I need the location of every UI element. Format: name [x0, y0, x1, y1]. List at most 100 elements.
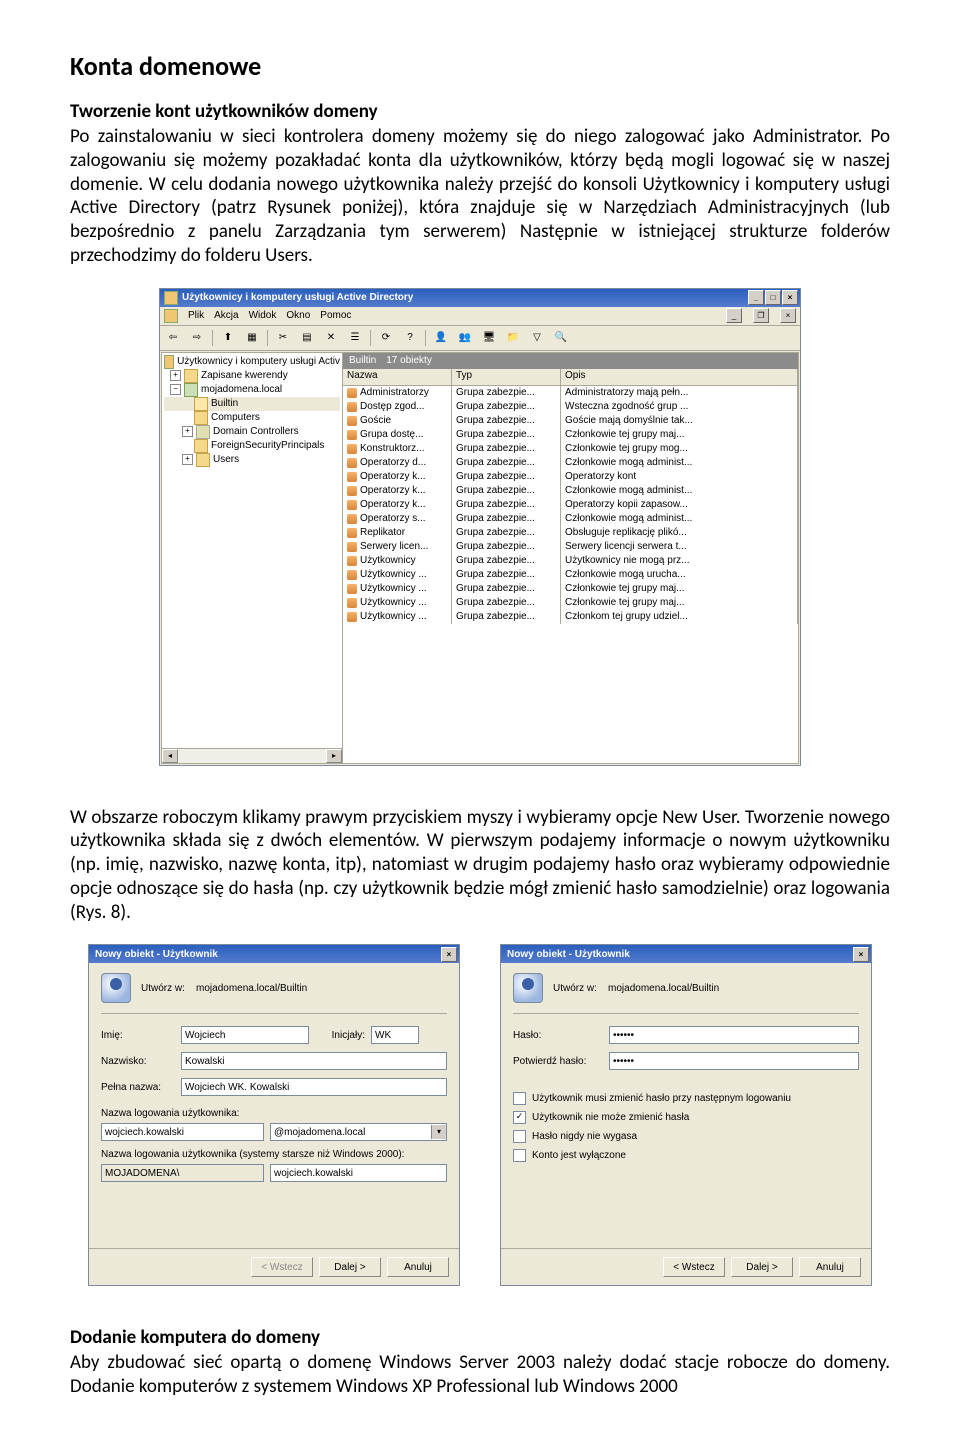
combo-logon-suffix[interactable]: @mojadomena.local ▾: [270, 1123, 447, 1141]
input-logon2000-user[interactable]: [270, 1164, 447, 1182]
list-item[interactable]: Użytkownicy ...Grupa zabezpie...Członkow…: [343, 582, 798, 596]
toolbar-copy-icon[interactable]: ▤: [296, 328, 318, 348]
close-button[interactable]: ×: [441, 947, 457, 962]
row-chk3[interactable]: Hasło nigdy nie wygasa: [513, 1130, 859, 1143]
toolbar-ou-icon[interactable]: 📁: [502, 328, 524, 348]
input-logon[interactable]: [101, 1123, 264, 1141]
expand-icon[interactable]: +: [170, 370, 181, 381]
close-button[interactable]: ×: [782, 290, 798, 305]
input-imie[interactable]: [181, 1026, 309, 1044]
list-item[interactable]: AdministratorzyGrupa zabezpie...Administ…: [343, 386, 798, 400]
list-item[interactable]: Konstruktorz...Grupa zabezpie...Członkow…: [343, 442, 798, 456]
toolbar-back-button[interactable]: ⇦: [162, 328, 184, 348]
tree-builtin[interactable]: Builtin: [164, 397, 340, 411]
col-type[interactable]: Typ: [452, 369, 561, 385]
input-haslo[interactable]: [609, 1026, 859, 1044]
toolbar-find-icon[interactable]: 🔍: [550, 328, 572, 348]
list-item[interactable]: Operatorzy s...Grupa zabezpie...Członkow…: [343, 512, 798, 526]
list-item[interactable]: Operatorzy k...Grupa zabezpie...Operator…: [343, 498, 798, 512]
row-chk4[interactable]: Konto jest wyłączone: [513, 1149, 859, 1162]
collapse-icon[interactable]: −: [170, 384, 181, 395]
menu-widok[interactable]: Widok: [249, 310, 277, 321]
input-nazwisko[interactable]: [181, 1052, 447, 1070]
list-item[interactable]: Operatorzy k...Grupa zabezpie...Operator…: [343, 470, 798, 484]
col-desc[interactable]: Opis: [561, 369, 798, 385]
row-chk2[interactable]: ✓ Użytkownik nie może zmienić hasła: [513, 1111, 859, 1124]
tree-hscrollbar[interactable]: ◂ ▸: [162, 748, 342, 763]
next-button[interactable]: Dalej >: [731, 1257, 793, 1277]
tree-label: mojadomena.local: [201, 384, 282, 395]
group-icon: [347, 556, 357, 566]
toolbar-help-icon[interactable]: ?: [399, 328, 421, 348]
group-icon: [347, 612, 357, 622]
menu-akcja[interactable]: Akcja: [214, 310, 238, 321]
row-chk1[interactable]: Użytkownik musi zmienić hasło przy nastę…: [513, 1092, 859, 1105]
back-button[interactable]: < Wstecz: [663, 1257, 725, 1277]
cancel-button[interactable]: Anuluj: [387, 1257, 449, 1277]
input-pelna[interactable]: [181, 1078, 447, 1096]
label-pelna: Pełna nazwa:: [101, 1082, 175, 1093]
toolbar-cut-icon[interactable]: ✂: [272, 328, 294, 348]
list-item[interactable]: Serwery licen...Grupa zabezpie...Serwery…: [343, 540, 798, 554]
input-potwierdz[interactable]: [609, 1052, 859, 1070]
input-inicjaly[interactable]: [371, 1026, 419, 1044]
tree-domain-controllers[interactable]: + Domain Controllers: [164, 425, 340, 439]
tree-saved-queries[interactable]: + Zapisane kwerendy: [164, 369, 340, 383]
mdi-close-button[interactable]: ×: [780, 308, 796, 323]
minimize-button[interactable]: _: [748, 290, 764, 305]
tree-fsp[interactable]: ForeignSecurityPrincipals: [164, 439, 340, 453]
toolbar-columns-button[interactable]: ▦: [241, 328, 263, 348]
maximize-button[interactable]: □: [765, 290, 781, 305]
tree-domain[interactable]: − mojadomena.local: [164, 383, 340, 397]
list-rows[interactable]: AdministratorzyGrupa zabezpie...Administ…: [343, 386, 798, 763]
mdi-minimize-button[interactable]: _: [726, 308, 742, 323]
cancel-button[interactable]: Anuluj: [799, 1257, 861, 1277]
toolbar-delete-icon[interactable]: ✕: [320, 328, 342, 348]
list-item[interactable]: Użytkownicy ...Grupa zabezpie...Członkow…: [343, 596, 798, 610]
menu-plik[interactable]: Plik: [188, 310, 204, 321]
list-item[interactable]: UżytkownicyGrupa zabezpie...Użytkownicy …: [343, 554, 798, 568]
cell-name: Operatorzy k...: [360, 471, 426, 482]
titlebar[interactable]: Użytkownicy i komputery usługi Active Di…: [160, 289, 800, 307]
dialog-body: Utwórz w: mojadomena.local/Builtin Imię:…: [89, 963, 459, 1248]
next-button[interactable]: Dalej >: [319, 1257, 381, 1277]
checkbox-checked-icon[interactable]: ✓: [513, 1111, 526, 1124]
checkbox-icon[interactable]: [513, 1149, 526, 1162]
scroll-left-icon[interactable]: ◂: [162, 749, 178, 763]
list-item[interactable]: Dostęp zgod...Grupa zabezpie...Wsteczna …: [343, 400, 798, 414]
tree-pane[interactable]: Użytkownicy i komputery usługi Activ + Z…: [162, 353, 343, 763]
tree-users[interactable]: + Users: [164, 453, 340, 467]
list-item[interactable]: Użytkownicy ...Grupa zabezpie...Członkow…: [343, 568, 798, 582]
toolbar-refresh-icon[interactable]: ⟳: [375, 328, 397, 348]
dialog-titlebar[interactable]: Nowy obiekt - Użytkownik ×: [501, 945, 871, 963]
list-item[interactable]: Użytkownicy ...Grupa zabezpie...Członkom…: [343, 610, 798, 624]
toolbar-filter-icon[interactable]: ▽: [526, 328, 548, 348]
scroll-track[interactable]: [178, 749, 326, 763]
list-item[interactable]: ReplikatorGrupa zabezpie...Obsługuje rep…: [343, 526, 798, 540]
scroll-right-icon[interactable]: ▸: [326, 749, 342, 763]
toolbar-computer-icon[interactable]: 🖥: [478, 328, 500, 348]
toolbar-group-icon[interactable]: 👥: [454, 328, 476, 348]
list-item[interactable]: GościeGrupa zabezpie...Goście mają domyś…: [343, 414, 798, 428]
list-item[interactable]: Operatorzy k...Grupa zabezpie...Członkow…: [343, 484, 798, 498]
menu-okno[interactable]: Okno: [286, 310, 310, 321]
toolbar-forward-button[interactable]: ⇨: [186, 328, 208, 348]
expand-icon[interactable]: +: [182, 426, 193, 437]
list-item[interactable]: Grupa dostę...Grupa zabezpie...Członkowi…: [343, 428, 798, 442]
chevron-down-icon[interactable]: ▾: [431, 1125, 446, 1139]
checkbox-icon[interactable]: [513, 1092, 526, 1105]
cell-desc: Członkowie mogą administ...: [561, 456, 798, 470]
close-button[interactable]: ×: [853, 947, 869, 962]
col-name[interactable]: Nazwa: [343, 369, 452, 385]
dialog-titlebar[interactable]: Nowy obiekt - Użytkownik ×: [89, 945, 459, 963]
mdi-restore-button[interactable]: ❐: [753, 308, 769, 323]
checkbox-icon[interactable]: [513, 1130, 526, 1143]
list-item[interactable]: Operatorzy d...Grupa zabezpie...Członkow…: [343, 456, 798, 470]
tree-root[interactable]: Użytkownicy i komputery usługi Activ: [164, 355, 340, 369]
tree-computers[interactable]: Computers: [164, 411, 340, 425]
toolbar-up-button[interactable]: ⬆: [217, 328, 239, 348]
expand-icon[interactable]: +: [182, 454, 193, 465]
toolbar-user-icon[interactable]: 👤: [430, 328, 452, 348]
toolbar-properties-icon[interactable]: ☰: [344, 328, 366, 348]
menu-pomoc[interactable]: Pomoc: [320, 310, 351, 321]
